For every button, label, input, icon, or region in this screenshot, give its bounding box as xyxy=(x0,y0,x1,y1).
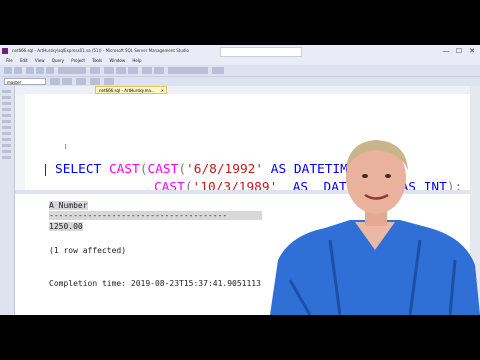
close-button[interactable]: ✕ xyxy=(466,45,478,57)
presenter-video-overlay xyxy=(270,140,480,315)
standard-toolbar xyxy=(0,65,480,77)
back-icon[interactable] xyxy=(4,67,12,74)
paste-icon[interactable] xyxy=(128,67,138,74)
code-fold-marker[interactable] xyxy=(45,164,49,176)
menu-window[interactable]: Window xyxy=(109,57,125,65)
new-file-icon[interactable] xyxy=(26,67,34,74)
maximize-button[interactable]: ☐ xyxy=(453,45,465,57)
window-title: net666.sql - ArtHursky\sqlExpress01.sa (… xyxy=(12,48,189,53)
object-explorer-item[interactable] xyxy=(2,108,11,111)
letterbox-bottom xyxy=(0,315,480,360)
object-explorer-item[interactable] xyxy=(2,90,11,93)
undo-icon[interactable] xyxy=(142,67,152,74)
solution-config-dropdown[interactable] xyxy=(168,67,208,74)
object-explorer-collapsed[interactable] xyxy=(0,86,15,315)
open-file-icon[interactable] xyxy=(36,67,44,74)
cursor-mark xyxy=(65,144,66,149)
menu-bar: File Edit View Query Project Tools Windo… xyxy=(0,57,480,65)
menu-edit[interactable]: Edit xyxy=(20,57,28,65)
menu-view[interactable]: View xyxy=(35,57,45,65)
object-explorer-item[interactable] xyxy=(2,132,11,135)
menu-help[interactable]: Help xyxy=(132,57,141,65)
menu-query[interactable]: Query xyxy=(52,57,64,65)
sql-editor-toolbar: master xyxy=(0,77,480,86)
menu-tools[interactable]: Tools xyxy=(92,57,102,65)
result-value: 1250.00 xyxy=(49,222,83,231)
debug-icon[interactable] xyxy=(62,78,72,85)
paren: ( xyxy=(178,162,187,177)
document-tab-strip: net666.sql - ArtHursky.ma... ✕ xyxy=(15,86,480,94)
cut-icon[interactable] xyxy=(104,67,114,74)
object-explorer-item[interactable] xyxy=(2,114,11,117)
object-explorer-item[interactable] xyxy=(2,102,11,105)
object-explorer-item[interactable] xyxy=(2,144,11,147)
tab-label: net666.sql - ArtHursky.ma... xyxy=(99,88,155,93)
object-explorer-item[interactable] xyxy=(2,138,11,141)
object-explorer-item[interactable] xyxy=(2,120,11,123)
ssms-window: net666.sql - ArtHursky\sqlExpress01.sa (… xyxy=(0,45,480,315)
object-explorer-item[interactable] xyxy=(2,96,11,99)
database-selector[interactable]: master xyxy=(4,78,46,85)
object-explorer-item[interactable] xyxy=(2,150,11,153)
copy-icon[interactable] xyxy=(116,67,126,74)
execute-icon[interactable] xyxy=(50,78,60,85)
string-literal: '6/8/1992' xyxy=(186,162,264,177)
result-column-header: A Number xyxy=(49,201,88,210)
redo-icon[interactable] xyxy=(154,67,164,74)
letterbox-top xyxy=(0,0,480,45)
tab-close-icon[interactable]: ✕ xyxy=(161,87,164,93)
save-icon[interactable] xyxy=(46,67,54,74)
db-engine-query-icon[interactable] xyxy=(90,67,100,74)
object-explorer-item[interactable] xyxy=(2,126,11,129)
keyword-select: SELECT xyxy=(55,162,109,177)
title-bar: net666.sql - ArtHursky\sqlExpress01.sa (… xyxy=(0,45,480,57)
new-query-button[interactable] xyxy=(58,67,86,74)
minimize-button[interactable]: — xyxy=(440,45,452,57)
parse-icon[interactable] xyxy=(76,78,86,85)
forward-icon[interactable] xyxy=(14,67,22,74)
function-cast: CAST xyxy=(147,162,179,177)
start-icon[interactable] xyxy=(212,67,224,74)
editor-gutter xyxy=(15,94,25,190)
rows-affected-message: (1 row affected) xyxy=(49,246,127,255)
menu-project[interactable]: Project xyxy=(71,57,85,65)
function-cast: CAST xyxy=(108,162,140,177)
ssms-app-icon xyxy=(2,48,8,54)
quick-launch-input[interactable] xyxy=(220,47,302,57)
completion-time-message: Completion time: 2019-08-23T15:37:41.905… xyxy=(49,279,261,288)
object-explorer-item[interactable] xyxy=(2,156,11,159)
result-separator: ------------------------------------- xyxy=(49,211,262,220)
menu-file[interactable]: File xyxy=(6,57,13,65)
results-to-text-icon[interactable] xyxy=(90,78,100,85)
comment-icon[interactable] xyxy=(104,78,114,85)
tab-query-file[interactable]: net666.sql - ArtHursky.ma... ✕ xyxy=(95,86,167,94)
